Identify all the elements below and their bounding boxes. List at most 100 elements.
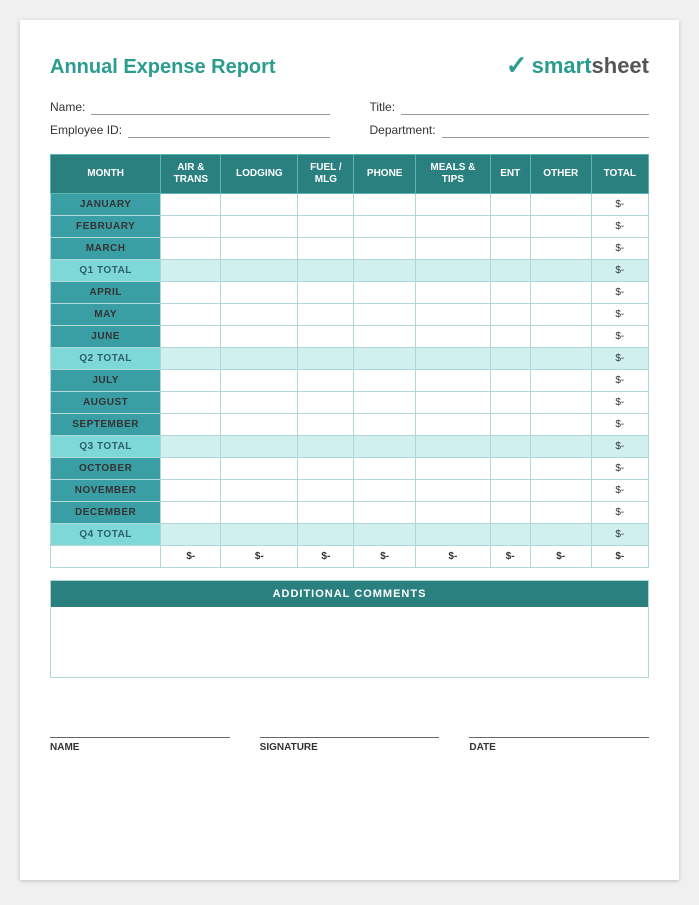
data-cell[interactable] [530, 304, 591, 326]
data-cell[interactable] [354, 480, 416, 502]
data-cell[interactable] [221, 238, 298, 260]
data-cell[interactable] [298, 414, 354, 436]
data-cell[interactable] [221, 524, 298, 546]
data-cell[interactable] [161, 194, 221, 216]
data-cell[interactable] [161, 326, 221, 348]
data-cell[interactable] [490, 348, 530, 370]
data-cell[interactable] [298, 480, 354, 502]
data-cell[interactable] [416, 260, 491, 282]
data-cell[interactable] [354, 414, 416, 436]
data-cell[interactable] [490, 304, 530, 326]
data-cell[interactable] [490, 326, 530, 348]
data-cell[interactable] [161, 304, 221, 326]
data-cell[interactable] [161, 216, 221, 238]
data-cell[interactable] [530, 524, 591, 546]
data-cell[interactable] [298, 370, 354, 392]
data-cell[interactable] [354, 216, 416, 238]
data-cell[interactable] [416, 238, 491, 260]
data-cell[interactable] [354, 436, 416, 458]
data-cell[interactable] [490, 238, 530, 260]
data-cell[interactable] [530, 326, 591, 348]
data-cell[interactable] [490, 480, 530, 502]
data-cell[interactable] [416, 458, 491, 480]
data-cell[interactable] [354, 282, 416, 304]
data-cell[interactable] [490, 524, 530, 546]
data-cell[interactable] [530, 238, 591, 260]
data-cell[interactable] [416, 502, 491, 524]
data-cell[interactable] [416, 436, 491, 458]
name-input[interactable] [91, 99, 329, 115]
data-cell[interactable] [298, 194, 354, 216]
data-cell[interactable] [354, 502, 416, 524]
data-cell[interactable] [354, 194, 416, 216]
data-cell[interactable] [161, 436, 221, 458]
data-cell[interactable] [416, 370, 491, 392]
data-cell[interactable] [298, 392, 354, 414]
data-cell[interactable] [161, 480, 221, 502]
data-cell[interactable] [354, 326, 416, 348]
data-cell[interactable] [298, 216, 354, 238]
data-cell[interactable] [221, 502, 298, 524]
data-cell[interactable] [530, 436, 591, 458]
data-cell[interactable] [161, 524, 221, 546]
data-cell[interactable] [298, 502, 354, 524]
data-cell[interactable] [161, 282, 221, 304]
data-cell[interactable] [221, 216, 298, 238]
data-cell[interactable] [298, 326, 354, 348]
data-cell[interactable] [354, 524, 416, 546]
data-cell[interactable] [530, 282, 591, 304]
data-cell[interactable] [298, 458, 354, 480]
data-cell[interactable] [416, 348, 491, 370]
data-cell[interactable] [530, 480, 591, 502]
data-cell[interactable] [161, 458, 221, 480]
data-cell[interactable] [221, 370, 298, 392]
data-cell[interactable] [354, 392, 416, 414]
data-cell[interactable] [298, 304, 354, 326]
data-cell[interactable] [416, 326, 491, 348]
data-cell[interactable] [354, 370, 416, 392]
data-cell[interactable] [490, 260, 530, 282]
data-cell[interactable] [530, 370, 591, 392]
data-cell[interactable] [530, 392, 591, 414]
data-cell[interactable] [490, 414, 530, 436]
data-cell[interactable] [161, 238, 221, 260]
data-cell[interactable] [161, 502, 221, 524]
data-cell[interactable] [354, 348, 416, 370]
data-cell[interactable] [221, 480, 298, 502]
data-cell[interactable] [354, 260, 416, 282]
data-cell[interactable] [490, 458, 530, 480]
data-cell[interactable] [530, 348, 591, 370]
data-cell[interactable] [161, 392, 221, 414]
data-cell[interactable] [416, 414, 491, 436]
data-cell[interactable] [490, 282, 530, 304]
data-cell[interactable] [298, 260, 354, 282]
data-cell[interactable] [490, 392, 530, 414]
data-cell[interactable] [416, 524, 491, 546]
data-cell[interactable] [416, 304, 491, 326]
data-cell[interactable] [490, 216, 530, 238]
data-cell[interactable] [221, 436, 298, 458]
data-cell[interactable] [221, 194, 298, 216]
data-cell[interactable] [221, 282, 298, 304]
title-input[interactable] [401, 99, 649, 115]
data-cell[interactable] [221, 260, 298, 282]
data-cell[interactable] [490, 436, 530, 458]
data-cell[interactable] [416, 282, 491, 304]
data-cell[interactable] [161, 260, 221, 282]
data-cell[interactable] [161, 414, 221, 436]
data-cell[interactable] [530, 414, 591, 436]
data-cell[interactable] [354, 238, 416, 260]
data-cell[interactable] [298, 238, 354, 260]
data-cell[interactable] [490, 194, 530, 216]
data-cell[interactable] [221, 458, 298, 480]
data-cell[interactable] [161, 348, 221, 370]
data-cell[interactable] [298, 348, 354, 370]
data-cell[interactable] [530, 194, 591, 216]
data-cell[interactable] [221, 326, 298, 348]
data-cell[interactable] [221, 304, 298, 326]
department-input[interactable] [442, 122, 649, 138]
data-cell[interactable] [298, 436, 354, 458]
data-cell[interactable] [490, 502, 530, 524]
data-cell[interactable] [221, 348, 298, 370]
data-cell[interactable] [298, 524, 354, 546]
